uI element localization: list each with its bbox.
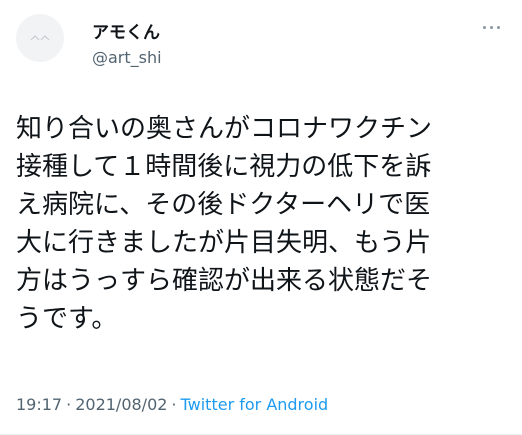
tweet-time[interactable]: 19:17: [16, 395, 62, 414]
meta-separator: ·: [66, 395, 72, 414]
tweet-date[interactable]: 2021/08/02: [75, 395, 167, 414]
author-handle[interactable]: @art_shi: [92, 48, 162, 67]
tweet-text: 知り合いの奥さんがコロナワクチン 接種して１時間後に視力の低下を訴 え病院に、そ…: [16, 114, 433, 334]
more-horizontal-icon: [490, 26, 493, 29]
tweet-source-link[interactable]: Twitter for Android: [181, 395, 329, 414]
tweet-card: アモくん @art_shi 知り合いの奥さんがコロナワクチン 接種して１時間後に…: [0, 0, 522, 435]
meta-separator: ·: [171, 395, 177, 414]
tweet-metadata: 19:17 · 2021/08/02 · Twitter for Android: [16, 395, 328, 414]
avatar-logo-icon: [30, 35, 50, 41]
avatar[interactable]: [16, 14, 64, 62]
more-horizontal-icon: [483, 26, 486, 29]
more-options-button[interactable]: [480, 18, 504, 36]
more-horizontal-icon: [497, 26, 500, 29]
author-display-name[interactable]: アモくん: [92, 18, 160, 43]
